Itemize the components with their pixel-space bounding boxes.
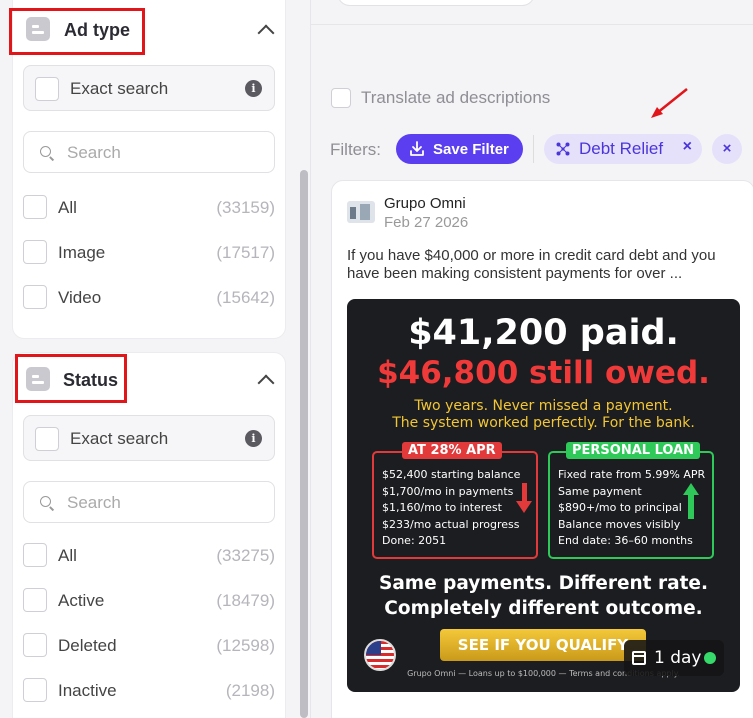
creative-subtitle-2: The system worked perfectly. For the ban… [392, 415, 695, 431]
option-count: (15642) [216, 288, 275, 307]
loan-line: End date: 36–60 months [558, 534, 693, 547]
ad-creative[interactable]: $41,200 paid. $46,800 still owed. Two ye… [347, 299, 740, 692]
option-checkbox[interactable] [23, 195, 47, 219]
option-checkbox[interactable] [23, 285, 47, 309]
highlight-box [15, 354, 127, 403]
search-icon [40, 496, 51, 507]
clear-filters-button[interactable]: × [712, 134, 742, 164]
option-count: (33159) [216, 198, 275, 217]
option-label: Deleted [58, 636, 117, 655]
apr-line: Done: 2051 [382, 534, 447, 547]
status-option-all[interactable]: All (33275) [23, 543, 275, 569]
creative-headline-1: $41,200 paid. [408, 313, 679, 353]
ad-card[interactable]: Grupo Omni Feb 27 2026 If you have $40,0… [331, 180, 753, 718]
option-checkbox[interactable] [23, 633, 47, 657]
sidebar-scrollbar[interactable] [300, 170, 308, 718]
option-label: All [58, 198, 77, 217]
loan-line: Fixed rate from 5.99% APR [558, 468, 706, 481]
flag-icon [364, 639, 396, 671]
filter-chip-icon [556, 142, 570, 156]
exact-search-label: Exact search [70, 429, 169, 448]
filter-chip-label: Debt Relief [579, 139, 664, 158]
exact-search-checkbox[interactable] [35, 427, 59, 451]
chevron-up-icon[interactable] [257, 374, 275, 392]
creative-headline-2: $46,800 still owed. [377, 355, 710, 391]
apr-box-tag: AT 28% APR [402, 442, 502, 459]
exact-search-label: Exact search [70, 79, 169, 98]
apr-line: $52,400 starting balance [382, 468, 521, 481]
filter-chip-debt-relief[interactable]: Debt Relief × [544, 134, 702, 164]
ad-type-section: Ad type Exact search i Search All (33159… [9, 0, 286, 339]
exact-search-checkbox[interactable] [35, 77, 59, 101]
creative-cta: SEE IF YOU QUALIFY [440, 629, 646, 661]
filter-sidebar: Ad type Exact search i Search All (33159… [0, 0, 310, 718]
option-count: (17517) [216, 243, 275, 262]
chevron-up-icon[interactable] [257, 24, 275, 42]
search-placeholder: Search [67, 143, 121, 162]
ad-type-option-video[interactable]: Video (15642) [23, 285, 275, 311]
up-arrow-icon [680, 483, 702, 523]
option-label: Image [58, 243, 106, 262]
creative-subtitle-1: Two years. Never missed a payment. [414, 398, 673, 414]
download-icon [410, 141, 424, 156]
status-exact-search[interactable]: Exact search i [23, 415, 275, 461]
status-option-active[interactable]: Active (18479) [23, 588, 275, 614]
status-section: Status Exact search i Search All (33275)… [12, 352, 286, 718]
option-count: (18479) [216, 591, 275, 610]
search-icon [40, 146, 51, 157]
apr-box: AT 28% APR $52,400 starting balance $1,7… [372, 442, 538, 559]
option-count: (2198) [225, 681, 275, 700]
save-filter-button[interactable]: Save Filter [396, 134, 523, 164]
creative-bottom-2: Completely different outcome. [384, 598, 703, 619]
option-checkbox[interactable] [23, 588, 47, 612]
creative-bottom-1: Same payments. Different rate. [379, 573, 708, 594]
divider [311, 24, 753, 25]
option-label: Active [58, 591, 105, 610]
status-option-inactive[interactable]: Inactive (2198) [23, 678, 275, 704]
filters-label: Filters: [330, 140, 381, 159]
option-label: All [58, 546, 77, 565]
close-icon[interactable]: × [683, 138, 692, 156]
apr-line: $1,700/mo in payments [382, 484, 514, 498]
ad-type-search-input[interactable]: Search [23, 131, 275, 173]
translate-checkbox[interactable] [331, 88, 351, 108]
ad-type-exact-search[interactable]: Exact search i [23, 65, 275, 111]
option-count: (33275) [216, 546, 275, 565]
option-checkbox[interactable] [23, 240, 47, 264]
option-checkbox[interactable] [23, 543, 47, 567]
advertiser-name[interactable]: Grupo Omni [384, 195, 466, 212]
ad-date: Feb 27 2026 [384, 214, 469, 231]
info-icon[interactable]: i [245, 430, 262, 447]
option-count: (12598) [216, 636, 275, 655]
active-status-dot [704, 652, 716, 664]
duration-label: 1 day [654, 648, 702, 668]
apr-line: $233/mo actual progress [382, 517, 520, 531]
translate-label: Translate ad descriptions [361, 88, 551, 107]
top-toggle[interactable] [337, 0, 535, 6]
apr-box-lines: $52,400 starting balance $1,700/mo in pa… [382, 467, 520, 550]
filter-divider [533, 135, 534, 163]
option-checkbox[interactable] [23, 678, 47, 702]
ad-type-option-all[interactable]: All (33159) [23, 195, 275, 221]
status-search-input[interactable]: Search [23, 481, 275, 523]
ad-type-option-image[interactable]: Image (17517) [23, 240, 275, 266]
duration-badge: 1 day [624, 640, 724, 676]
loan-box: PERSONAL LOAN Fixed rate from 5.99% APR … [548, 442, 714, 559]
calendar-icon [632, 651, 646, 665]
advertiser-avatar [347, 201, 375, 223]
save-filter-label: Save Filter [433, 141, 509, 158]
apr-line: $1,160/mo to interest [382, 501, 502, 514]
info-icon[interactable]: i [245, 80, 262, 97]
creative-bottom-text: Same payments. Different rate. Completel… [347, 571, 740, 621]
search-placeholder: Search [67, 493, 121, 512]
highlight-box [9, 8, 145, 55]
option-label: Inactive [58, 681, 117, 700]
ad-description: If you have $40,000 or more in credit ca… [347, 247, 716, 282]
annotation-arrow [651, 88, 688, 118]
option-label: Video [58, 288, 102, 307]
status-option-deleted[interactable]: Deleted (12598) [23, 633, 275, 659]
creative-subtitle: Two years. Never missed a payment. The s… [347, 398, 740, 432]
loan-box-tag: PERSONAL LOAN [566, 442, 701, 459]
results-panel: Translate ad descriptions Filters: Save … [310, 0, 753, 718]
